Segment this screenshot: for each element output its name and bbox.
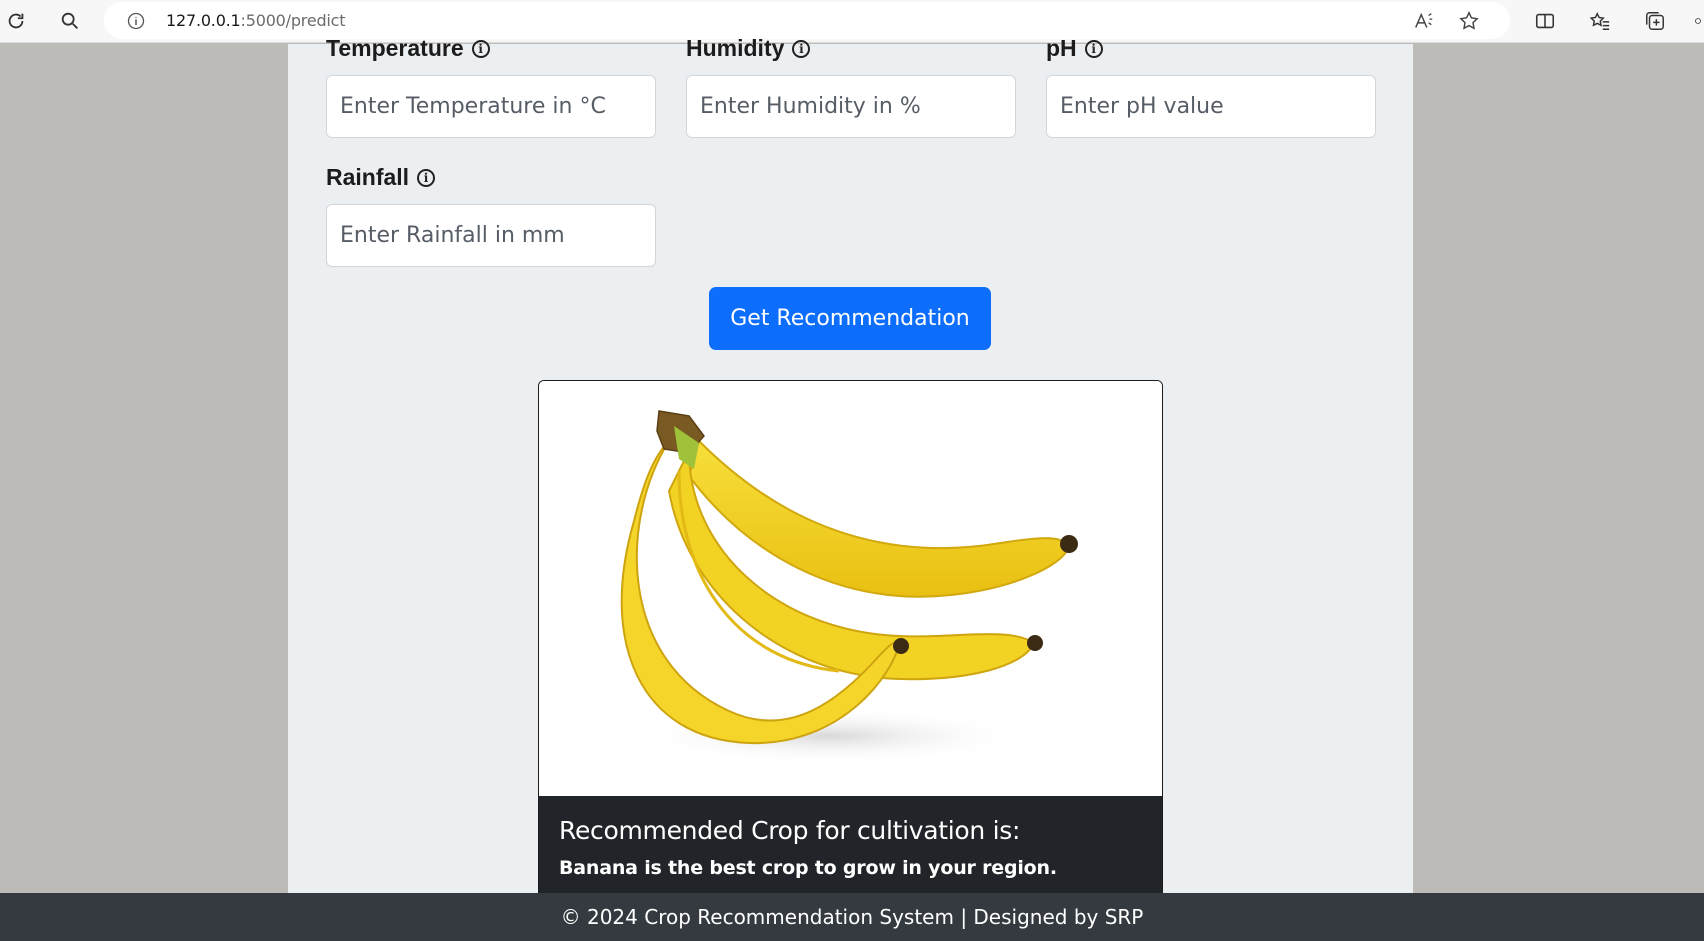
rainfall-label: Rainfall i xyxy=(326,164,436,191)
info-icon[interactable]: i xyxy=(1084,39,1103,58)
get-recommendation-button[interactable]: Get Recommendation xyxy=(709,287,991,350)
browser-toolbar: 127.0.0.1:5000/predict xyxy=(0,0,1704,43)
read-aloud-icon[interactable] xyxy=(1412,9,1436,33)
humidity-label: Humidity i xyxy=(686,35,811,62)
favorites-icon[interactable] xyxy=(1587,8,1613,34)
info-icon[interactable]: i xyxy=(792,39,811,58)
url-host: 127.0.0.1 xyxy=(166,11,241,30)
result-card-body: Recommended Crop for cultivation is: Ban… xyxy=(539,796,1162,899)
favorite-star-icon[interactable] xyxy=(1457,9,1481,33)
result-card: Recommended Crop for cultivation is: Ban… xyxy=(538,380,1163,900)
url-path: :5000/predict xyxy=(240,11,346,30)
result-title: Recommended Crop for cultivation is: xyxy=(559,816,1021,845)
ph-input[interactable] xyxy=(1046,75,1376,138)
rainfall-input[interactable] xyxy=(326,204,656,267)
more-icon[interactable] xyxy=(1692,8,1704,34)
form-panel: Temperature i Humidity i pH i Rainfall i… xyxy=(288,35,1413,900)
ph-label: pH i xyxy=(1046,35,1103,62)
humidity-label-text: Humidity xyxy=(686,35,785,61)
site-info-icon[interactable] xyxy=(124,9,148,33)
collections-icon[interactable] xyxy=(1642,8,1668,34)
humidity-input[interactable] xyxy=(686,75,1016,138)
ph-label-text: pH xyxy=(1046,35,1077,61)
address-bar[interactable]: 127.0.0.1:5000/predict xyxy=(104,2,1510,39)
rainfall-label-text: Rainfall xyxy=(326,164,410,190)
footer-text: © 2024 Crop Recommendation System | Desi… xyxy=(560,905,1144,929)
url-text[interactable]: 127.0.0.1:5000/predict xyxy=(166,11,346,30)
search-icon[interactable] xyxy=(57,8,83,34)
temperature-input[interactable] xyxy=(326,75,656,138)
result-text: Banana is the best crop to grow in your … xyxy=(559,857,1057,879)
info-icon[interactable]: i xyxy=(471,39,490,58)
temperature-label-text: Temperature xyxy=(326,35,464,61)
banana-image xyxy=(539,381,1162,796)
page-footer: © 2024 Crop Recommendation System | Desi… xyxy=(0,893,1704,941)
info-icon[interactable]: i xyxy=(417,168,436,187)
temperature-label: Temperature i xyxy=(326,35,490,62)
refresh-icon[interactable] xyxy=(3,8,29,34)
split-screen-icon[interactable] xyxy=(1532,8,1558,34)
